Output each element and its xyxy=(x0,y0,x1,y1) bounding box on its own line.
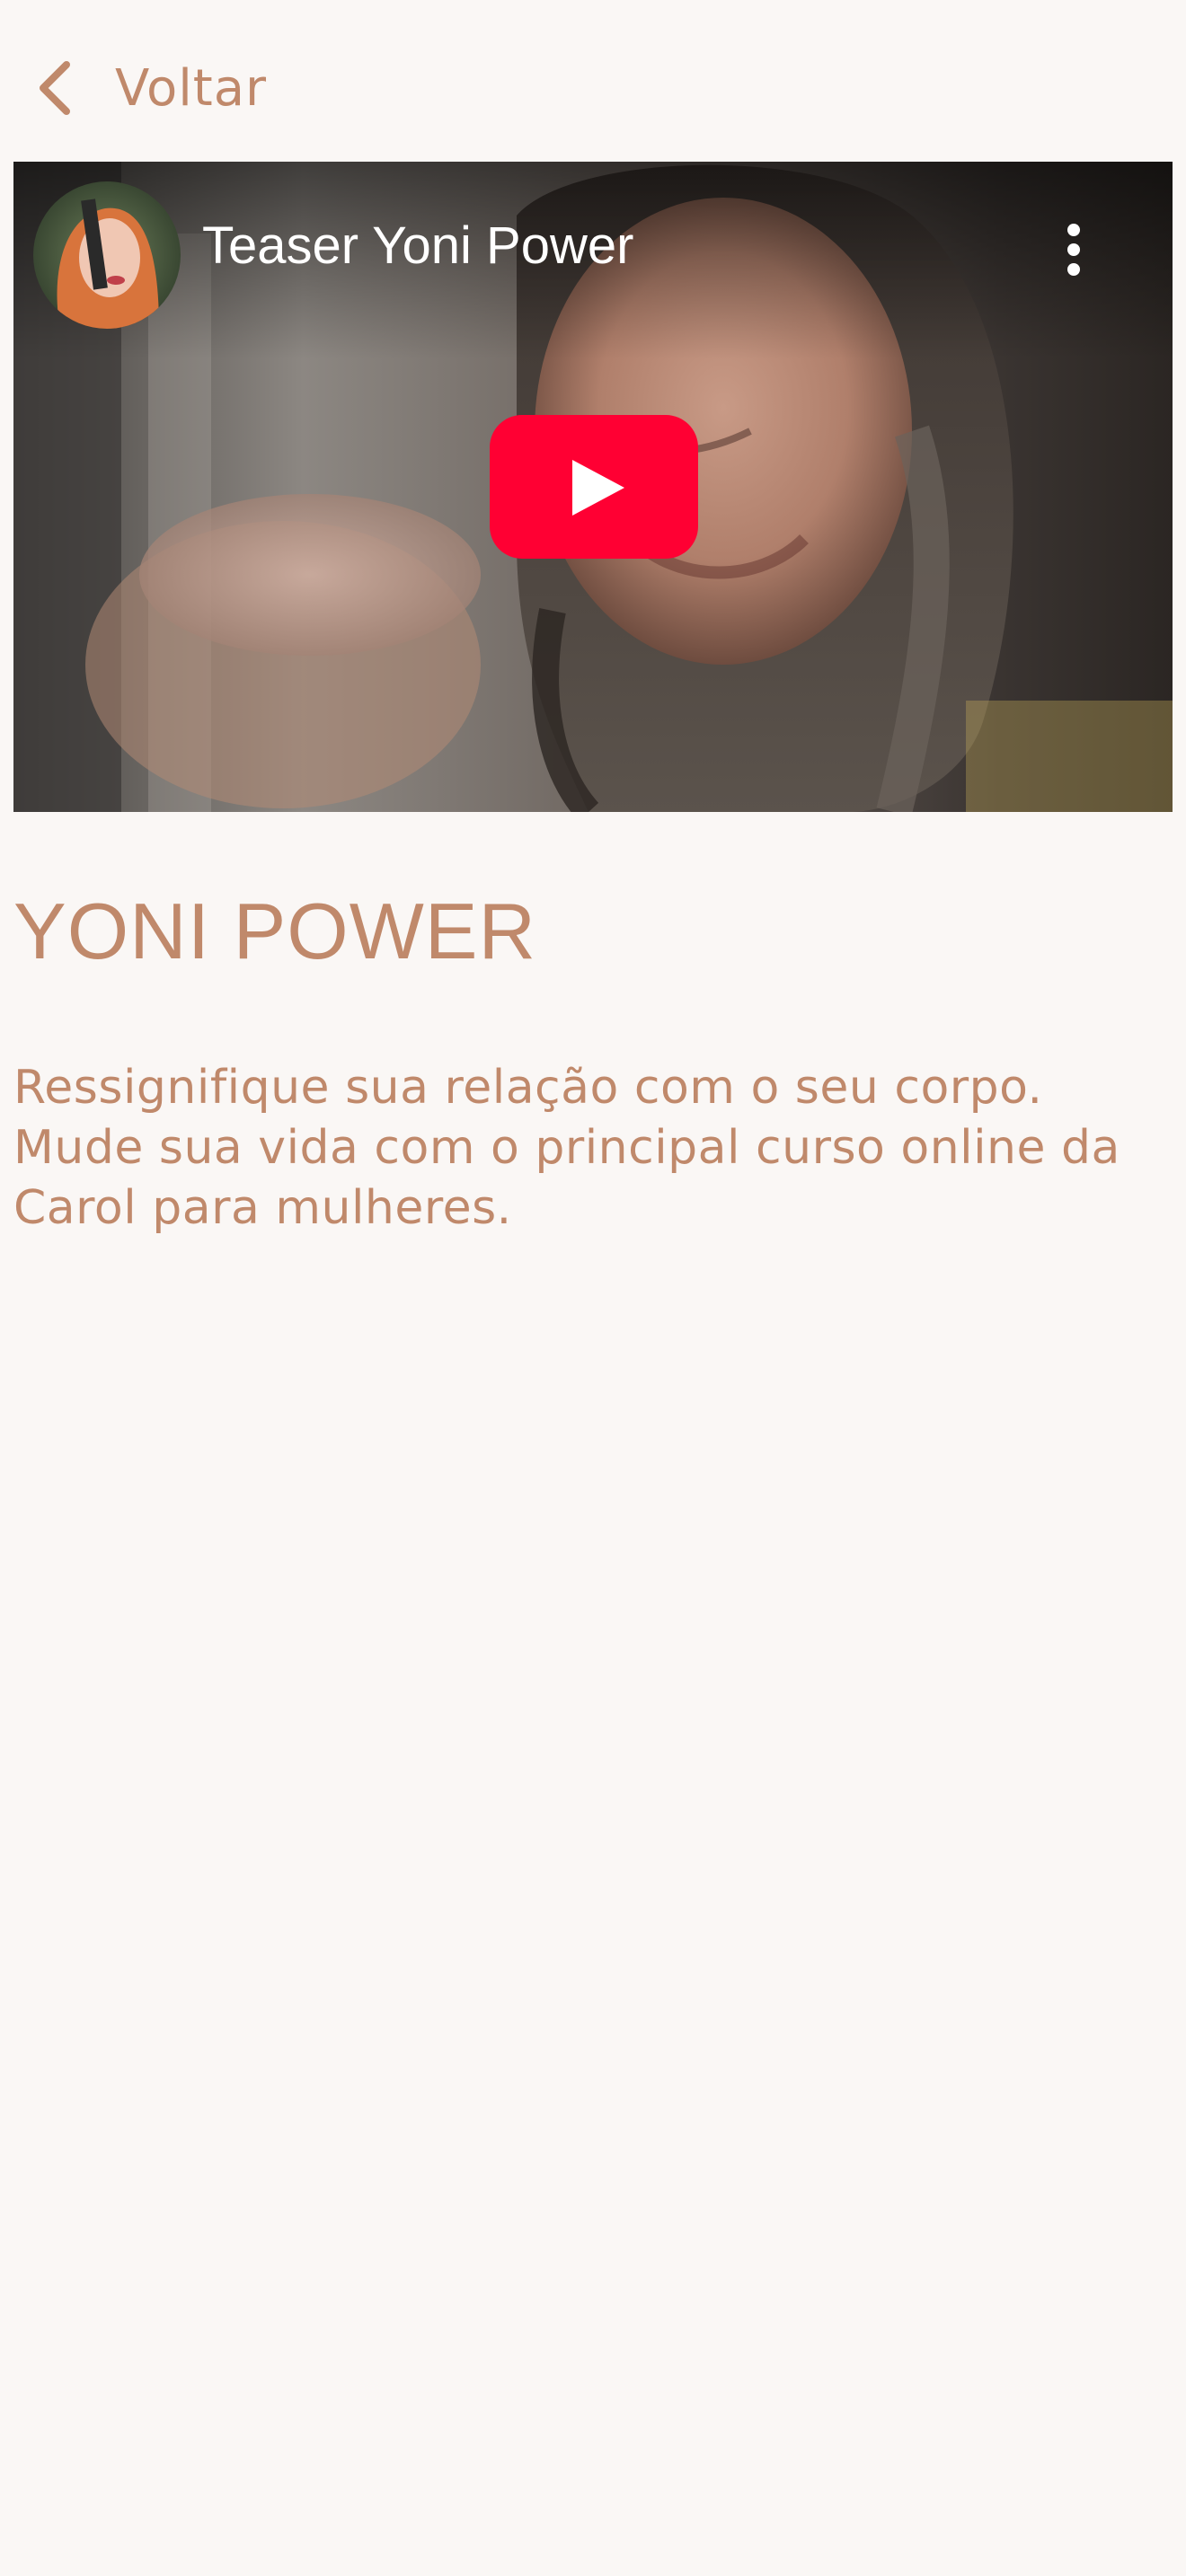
course-description: Ressignifique sua relação com o seu corp… xyxy=(13,1061,1120,1235)
play-button[interactable] xyxy=(490,415,698,559)
back-label: Voltar xyxy=(115,58,268,118)
chevron-left-icon xyxy=(27,57,81,119)
header: Voltar xyxy=(0,0,1186,162)
video-player[interactable]: Teaser Yoni Power xyxy=(13,162,1173,812)
more-vertical-icon xyxy=(1065,221,1083,283)
back-button[interactable]: Voltar xyxy=(27,45,267,131)
more-options-button[interactable] xyxy=(1038,216,1110,287)
youtube-play-icon xyxy=(490,415,698,562)
page-title: YONI POWER xyxy=(13,887,537,975)
video-title: Teaser Yoni Power xyxy=(202,216,634,275)
channel-avatar[interactable] xyxy=(33,181,181,329)
